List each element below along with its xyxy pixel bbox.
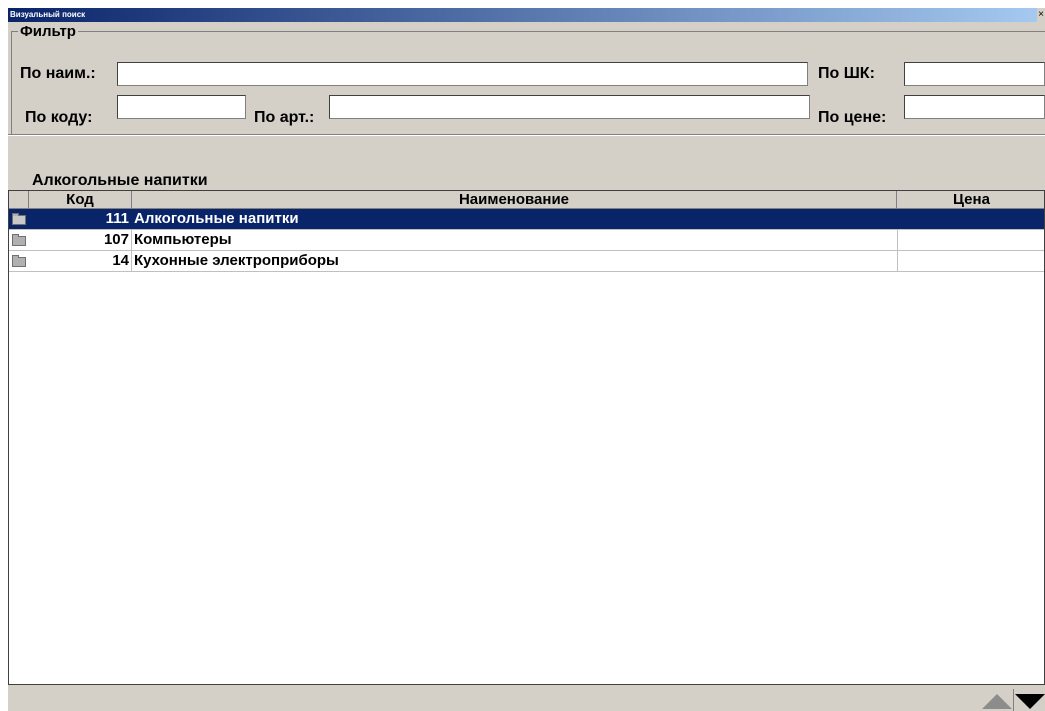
row-name: Компьютеры [134,231,232,248]
title-bar: Визуальный поиск × [8,8,1045,22]
table-row[interactable]: 14 Кухонные электроприборы [9,251,1044,272]
by-article-input[interactable] [329,95,810,119]
row-code: 107 [103,231,129,248]
by-barcode-label: По ШК: [818,65,875,82]
by-code-label: По коду: [25,109,93,126]
by-name-input[interactable] [117,62,808,86]
items-table: Код Наименование Цена 111 Алкогольные на… [8,190,1045,685]
visual-search-window: Визуальный поиск × Фильтр По наим.: По Ш… [8,8,1045,711]
row-price [897,251,1044,271]
navigation-bar [8,685,1045,711]
table-row[interactable]: 107 Компьютеры [9,230,1044,251]
by-price-label: По цене: [818,109,887,126]
row-code: 14 [112,252,129,269]
triangle-down-icon[interactable] [1015,694,1045,709]
column-header-code[interactable]: Код [29,191,132,209]
filter-legend: Фильтр [18,23,78,41]
by-article-label: По арт.: [254,109,315,126]
row-price [897,230,1044,250]
column-header-name[interactable]: Наименование [132,191,897,209]
by-price-input[interactable] [904,95,1045,119]
divider [8,134,1045,136]
column-header-icon [9,191,29,209]
triangle-up-icon[interactable] [982,694,1012,709]
row-name: Алкогольные напитки [134,210,299,227]
row-code: 111 [105,210,129,227]
window-title: Визуальный поиск [10,10,86,19]
by-code-input[interactable] [117,95,246,119]
folder-icon [12,213,26,225]
table-row[interactable]: 111 Алкогольные напитки [9,209,1044,230]
folder-icon [12,234,26,246]
by-name-label: По наим.: [20,65,96,82]
current-group-title: Алкогольные напитки [32,172,208,189]
folder-icon [12,255,26,267]
row-name: Кухонные электроприборы [134,252,339,269]
close-icon[interactable]: × [1037,8,1045,22]
column-header-price[interactable]: Цена [897,191,1044,209]
by-barcode-input[interactable] [904,62,1045,86]
row-price [897,209,1044,229]
